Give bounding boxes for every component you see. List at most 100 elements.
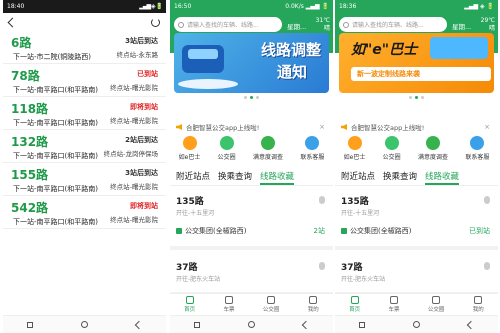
bell-icon[interactable] <box>319 196 325 204</box>
close-icon[interactable]: × <box>484 123 490 131</box>
banner-title: 如"e"巴士 <box>351 42 418 58</box>
nav-home[interactable]: 首页 <box>184 296 195 313</box>
route-terminal: 终点站-龙岗停保场 <box>103 150 158 158</box>
recent-apps-icon[interactable] <box>359 321 365 328</box>
nav-home[interactable]: 首页 <box>349 296 360 313</box>
system-navbar <box>335 315 498 333</box>
nav-circle[interactable]: 公交圈 <box>427 296 445 313</box>
status-bar: 18:40 ▂▄▆ ◈ 🔋 <box>3 0 166 13</box>
route-terminal: 终点站-曙光影院 <box>110 183 158 191</box>
carousel-dot <box>409 96 412 99</box>
status-icons: ▂▄▆ ◈ 🔋 <box>464 3 494 10</box>
fav-route-direction: 开往-十五里河 <box>176 210 215 217</box>
tab-nearby[interactable]: 附近站点 <box>341 170 375 185</box>
quick-action-ebus[interactable]: 如e巴士 <box>343 136 366 166</box>
search-icon <box>178 21 184 28</box>
bell-icon[interactable] <box>484 262 490 270</box>
phone-home-notice: 16:50 0.0K/s ▂▄▆ 🔋 请输入查找的车辆、线路... 星期... … <box>170 0 333 333</box>
nav-profile[interactable]: 我的 <box>308 296 319 313</box>
temperature: 29℃ <box>480 17 495 24</box>
route-row[interactable]: 132路 2站后到达 下一站-南平路口(和平路南) 终点站-龙岗停保场 <box>3 130 166 163</box>
user-icon <box>309 296 318 304</box>
notice-text: 合肥智慧公交app上线啦! <box>186 124 260 132</box>
search-placeholder: 请输入查找的车辆、线路... <box>352 22 424 29</box>
fav-route-eta: 2站 <box>313 227 325 235</box>
nav-label: 首页 <box>349 307 361 313</box>
fav-route-direction: 开往-肥东火车站 <box>341 276 386 283</box>
nav-profile[interactable]: 我的 <box>473 296 484 313</box>
bus-illustration-icon <box>430 37 488 59</box>
weather-condition: 晴 <box>323 25 330 32</box>
nav-label: 公交圈 <box>427 307 445 313</box>
tab-nearby[interactable]: 附近站点 <box>176 170 210 185</box>
close-icon[interactable]: × <box>319 123 325 131</box>
route-status: 即将到站 <box>130 202 158 210</box>
stop-icon <box>176 228 182 234</box>
route-terminal: 终点站-曙光影院 <box>110 117 158 125</box>
quick-label: 公交圈 <box>382 154 401 161</box>
back-icon[interactable] <box>7 17 18 27</box>
status-icons: 0.0K/s ▂▄▆ 🔋 <box>285 3 329 10</box>
home-icon[interactable] <box>81 321 88 328</box>
search-input[interactable]: 请输入查找的车辆、线路... <box>174 17 282 32</box>
status-time: 16:50 <box>174 3 192 10</box>
temperature: 31℃ <box>315 17 330 24</box>
tab-bar: 附近站点 换乘查询 线路收藏 <box>335 170 498 186</box>
ebus-icon <box>347 136 362 150</box>
weather-widget: 31℃ 晴 <box>316 17 330 33</box>
tab-favorites[interactable]: 线路收藏 <box>260 170 295 185</box>
system-back-icon[interactable] <box>466 320 476 329</box>
promo-banner[interactable]: 如"e"巴士 新一波定制线路来袭 <box>339 33 494 93</box>
system-back-icon[interactable] <box>301 320 311 329</box>
route-row[interactable]: 118路 即将到站 下一站-南平路口(和平路南) 终点站-曙光影院 <box>3 97 166 130</box>
recent-apps-icon[interactable] <box>194 321 200 328</box>
quick-label: 联系客服 <box>300 154 325 161</box>
quick-action-circle[interactable]: 公交圈 <box>218 136 236 166</box>
refresh-icon[interactable] <box>151 17 160 27</box>
route-row[interactable]: 78路 已到站 下一站-南平路口(和平路南) 终点站-曙光影院 <box>3 64 166 97</box>
nav-label: 车票 <box>223 307 235 313</box>
banner-title: 线路调整 <box>260 41 321 59</box>
home-icon[interactable] <box>248 321 255 328</box>
tab-favorites[interactable]: 线路收藏 <box>425 170 460 185</box>
favorite-route-card[interactable]: 135路 开往-十五里河 公交集团(全椒路西) 2站 <box>170 190 333 250</box>
nav-tickets[interactable]: 车票 <box>224 296 235 313</box>
carousel-dots <box>335 96 498 99</box>
bottom-nav: 首页 车票 公交圈 我的 <box>335 293 498 315</box>
quick-action-support[interactable]: 联系客服 <box>465 136 489 166</box>
search-input[interactable]: 请输入查找的车辆、线路... <box>339 17 447 32</box>
ticket-icon <box>225 296 234 304</box>
promo-banner[interactable]: 线路调整 通知 <box>174 33 329 93</box>
quick-action-support[interactable]: 联系客服 <box>300 136 324 166</box>
recent-apps-icon[interactable] <box>27 321 33 328</box>
favorite-route-card[interactable]: 37路 开往-肥东火车站 <box>335 256 498 296</box>
circle-icon <box>384 136 399 150</box>
tab-transfer[interactable]: 换乘查询 <box>218 170 252 185</box>
route-status: 3站后到达 <box>125 169 158 177</box>
quick-action-circle[interactable]: 公交圈 <box>383 136 401 166</box>
notice-bar[interactable]: 合肥智慧公交app上线啦! × <box>335 120 498 134</box>
fav-route-eta: 已到站 <box>469 227 490 235</box>
home-tab-icon <box>350 296 359 304</box>
system-back-icon[interactable] <box>134 320 144 329</box>
bell-icon[interactable] <box>319 262 325 270</box>
route-row[interactable]: 155路 3站后到达 下一站-南平路口(和平路南) 终点站-曙光影院 <box>3 163 166 196</box>
favorite-route-card[interactable]: 37路 开往-肥东火车站 <box>170 256 333 296</box>
route-row[interactable]: 542路 即将到站 下一站-南平路口(和平路南) 终点站-曙光影院 <box>3 196 166 229</box>
favorite-route-card[interactable]: 135路 开往-十五里河 公交集团(全椒路西) 已到站 <box>335 190 498 250</box>
quick-action-survey[interactable]: 满意度调查 <box>253 136 283 166</box>
search-icon <box>343 21 349 28</box>
quick-action-survey[interactable]: 满意度调查 <box>418 136 448 166</box>
tab-transfer[interactable]: 换乘查询 <box>383 170 417 185</box>
nav-tickets[interactable]: 车票 <box>389 296 400 313</box>
carousel-dots <box>170 96 333 99</box>
home-icon[interactable] <box>413 321 420 328</box>
bell-icon[interactable] <box>484 196 490 204</box>
nav-circle[interactable]: 公交圈 <box>263 296 279 313</box>
route-row[interactable]: 6路 3站后到达 下一站-市二院(铜陵路西) 终点站-永东路 <box>3 31 166 64</box>
quick-action-ebus[interactable]: 如e巴士 <box>179 136 200 166</box>
notice-bar[interactable]: 合肥智慧公交app上线啦! × <box>170 120 333 134</box>
quick-label: 如e巴士 <box>343 154 366 161</box>
system-navbar <box>170 315 333 333</box>
system-navbar <box>3 315 166 333</box>
